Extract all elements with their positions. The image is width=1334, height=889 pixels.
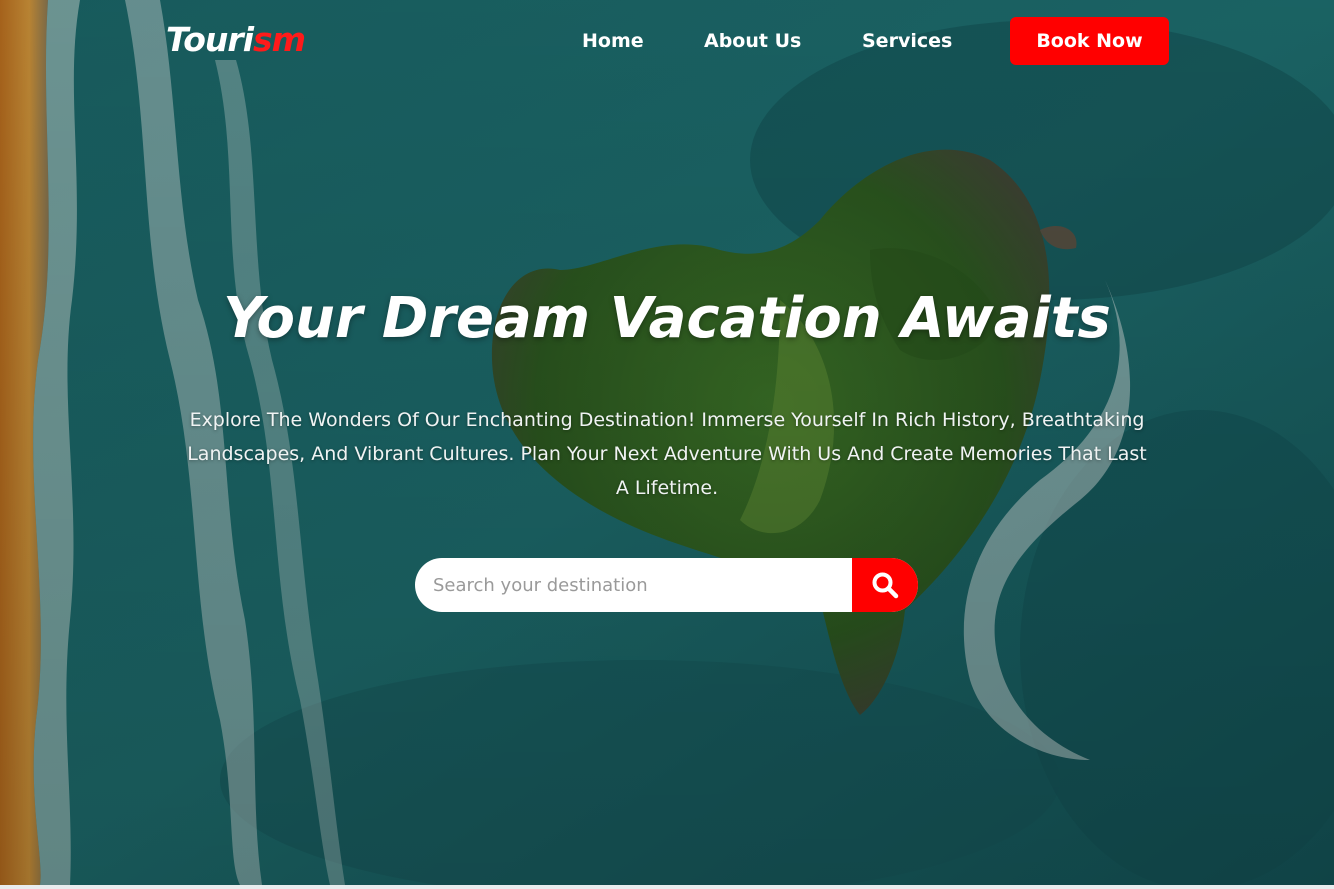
search-button[interactable] (852, 558, 918, 612)
search-input[interactable] (415, 558, 852, 612)
brand-logo[interactable]: Tourism (166, 20, 306, 60)
nav-link-about-us[interactable]: About Us (704, 28, 801, 54)
hero-section: Tourism Home About Us Services Book Now … (0, 0, 1334, 885)
hero-headline: Your Dream Vacation Awaits (223, 286, 1111, 351)
hero-description: Explore The Wonders Of Our Enchanting De… (187, 409, 1147, 499)
destination-search-bar (415, 558, 918, 612)
logo-text-primary: Touri (166, 20, 254, 59)
logo-text-accent: sm (253, 20, 306, 59)
page-bottom-edge (0, 885, 1334, 889)
book-now-button[interactable]: Book Now (1010, 17, 1169, 65)
nav-link-services[interactable]: Services (862, 28, 952, 54)
nav-link-home[interactable]: Home (582, 28, 644, 54)
search-icon (872, 572, 899, 599)
